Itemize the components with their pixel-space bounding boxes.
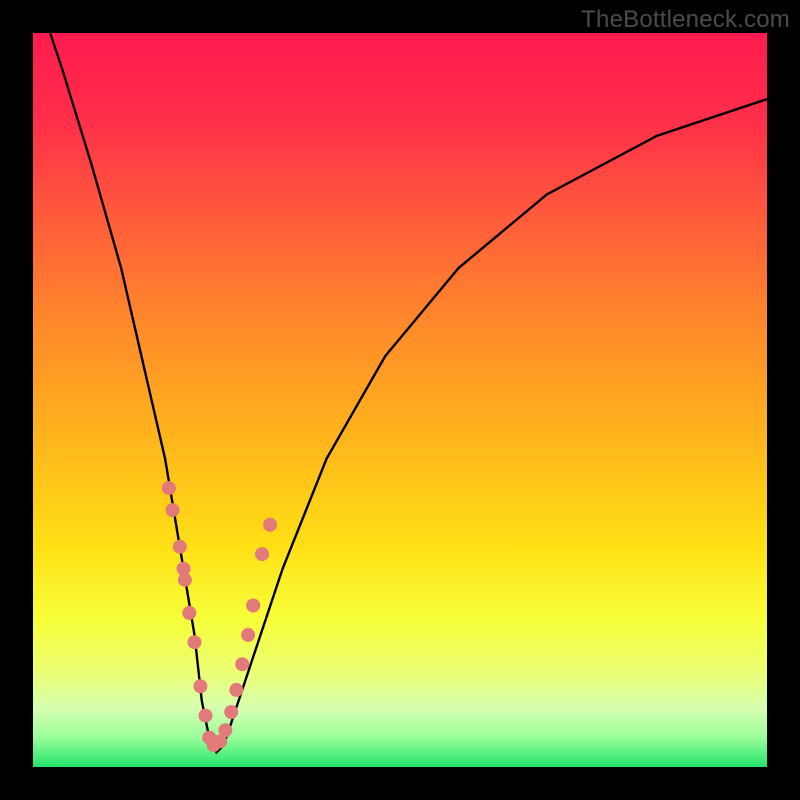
scatter-point: [246, 599, 260, 613]
plot-area: [33, 33, 767, 767]
bottleneck-curve: [33, 33, 767, 752]
scatter-point: [224, 705, 238, 719]
scatter-point: [235, 657, 249, 671]
scatter-point: [218, 723, 232, 737]
scatter-point: [229, 683, 243, 697]
curve-layer: [33, 33, 767, 767]
scatter-point: [182, 606, 196, 620]
scatter-point: [188, 635, 202, 649]
scatter-point: [255, 547, 269, 561]
scatter-point: [199, 709, 213, 723]
scatter-point: [263, 518, 277, 532]
scatter-point: [241, 628, 255, 642]
scatter-points: [162, 481, 277, 752]
chart-frame: TheBottleneck.com: [0, 0, 800, 800]
scatter-point: [166, 503, 180, 517]
scatter-point: [173, 540, 187, 554]
watermark-text: TheBottleneck.com: [581, 6, 790, 34]
scatter-point: [178, 573, 192, 587]
scatter-point: [193, 679, 207, 693]
scatter-point: [162, 481, 176, 495]
